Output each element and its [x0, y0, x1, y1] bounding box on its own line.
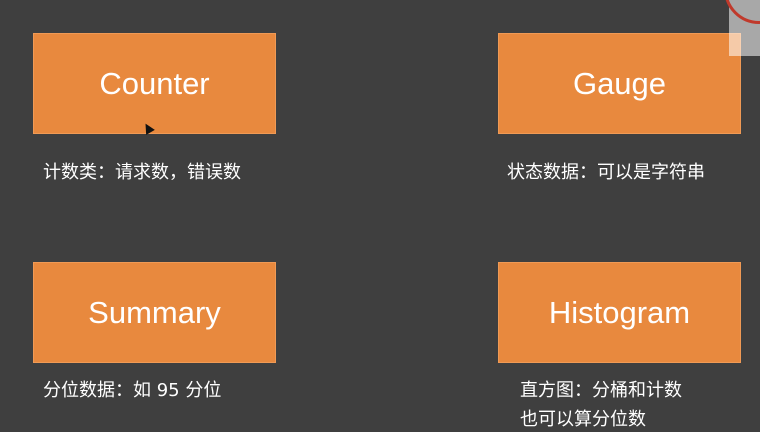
counter-title: Counter — [99, 65, 210, 101]
gauge-caption: 状态数据：可以是字符串 — [507, 162, 705, 183]
gauge-title: Gauge — [572, 65, 667, 101]
gauge-card: Gauge — [498, 33, 741, 134]
histogram-card: Histogram — [498, 262, 741, 363]
histogram-caption-line-1: 直方图：分桶和计数 — [520, 380, 682, 401]
counter-card: Counter — [33, 33, 276, 134]
summary-caption: 分位数据：如 95 分位 — [43, 380, 222, 401]
histogram-caption-line-2: 也可以算分位数 — [520, 409, 646, 430]
counter-caption: 计数类：请求数，错误数 — [43, 162, 241, 183]
summary-title: Summary — [88, 294, 221, 330]
histogram-caption: 直方图：分桶和计数 也可以算分位数 — [520, 376, 682, 432]
summary-card: Summary — [33, 262, 276, 363]
histogram-title: Histogram — [548, 294, 691, 330]
